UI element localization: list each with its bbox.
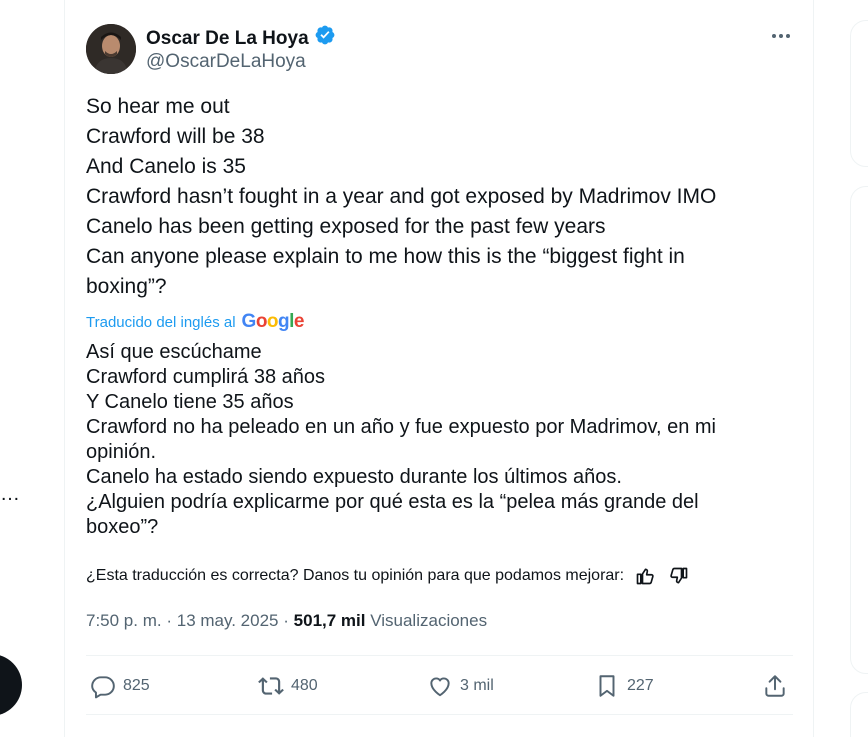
- text-line: Crawford will be 38: [86, 125, 265, 148]
- sidebar-card: [850, 692, 868, 737]
- text-line: Crawford hasn’t fought in a year and got…: [86, 185, 717, 208]
- text-line: Canelo ha estado siendo expuesto durante…: [86, 466, 622, 488]
- thumbs-down-icon: [670, 567, 688, 584]
- display-name-row[interactable]: Oscar De La Hoya: [146, 24, 336, 53]
- text-line: And Canelo is 35: [86, 155, 246, 178]
- avatar[interactable]: [86, 24, 136, 74]
- thumbs-up-button[interactable]: [632, 564, 658, 588]
- tweet-text: So hear me out Crawford will be 38 And C…: [86, 92, 776, 540]
- translation-credit-label[interactable]: Traducido del inglés al: [86, 314, 236, 331]
- display-name[interactable]: Oscar De La Hoya: [146, 27, 309, 51]
- more-button[interactable]: [767, 24, 795, 48]
- thumbs-up-icon: [636, 568, 654, 585]
- divider: [86, 714, 793, 715]
- verified-badge-icon: [314, 24, 336, 53]
- bookmark-count: 227: [627, 677, 654, 694]
- tweet-meta: 7:50 p. m. · 13 may. 2025 · 501,7 mil Vi…: [86, 609, 487, 633]
- text-line: boxing”?: [86, 275, 167, 298]
- text-line: Crawford no ha peleado en un año y fue e…: [86, 416, 716, 438]
- share-icon: [765, 675, 785, 697]
- heart-icon: [430, 677, 450, 697]
- bookmark-button[interactable]: 227: [594, 668, 654, 704]
- reply-count: 825: [123, 677, 150, 694]
- reply-icon: [91, 676, 115, 699]
- sidebar-card: [850, 186, 868, 674]
- bookmark-icon: [599, 675, 615, 697]
- more-horizontal-icon: [772, 34, 790, 38]
- text-line: So hear me out: [86, 95, 230, 118]
- repost-count: 480: [291, 677, 318, 694]
- divider: [86, 655, 793, 656]
- like-button[interactable]: 3 mil: [427, 668, 494, 704]
- translated-text: Así que escúchame Crawford cumplirá 38 a…: [86, 340, 776, 540]
- text-line: Canelo has been getting exposed for the …: [86, 215, 606, 238]
- text-line: Can anyone please explain to me how this…: [86, 245, 685, 268]
- sidebar-card: [850, 20, 868, 167]
- google-logo: Google: [241, 311, 305, 332]
- repost-button[interactable]: 480: [258, 668, 318, 704]
- meta-separator: ·: [283, 611, 289, 630]
- text-line: ¿Alguien podría explicarme por qué esta …: [86, 491, 699, 513]
- meta-separator: ·: [166, 611, 173, 630]
- action-bar: 825 480 3 mil 227: [86, 668, 792, 704]
- text-line: Así que escúchame: [86, 341, 262, 363]
- text-line: boxeo”?: [86, 516, 159, 538]
- views-label: Visualizaciones: [370, 611, 488, 630]
- thumbs-down-button[interactable]: [666, 564, 692, 588]
- feedback-question: ¿Esta traducción es correcta? Danos tu o…: [86, 567, 625, 584]
- share-button[interactable]: [762, 668, 788, 704]
- handle[interactable]: @OscarDeLaHoya: [146, 50, 306, 74]
- page: … Oscar De La Hoya @OscarDeLaHoya So hea…: [0, 0, 868, 737]
- text-line: Crawford cumplirá 38 años: [86, 366, 325, 388]
- translation-feedback: ¿Esta traducción es correcta? Danos tu o…: [86, 564, 786, 588]
- views-count: 501,7 mil: [293, 611, 366, 630]
- text-line: Y Canelo tiene 35 años: [86, 391, 294, 413]
- text-line: opinión.: [86, 441, 157, 463]
- translation-credit[interactable]: Traducido del inglés al Google: [86, 310, 776, 334]
- nav-more-icon[interactable]: …: [0, 484, 21, 504]
- tweet-time[interactable]: 7:50 p. m.: [86, 611, 162, 630]
- like-count: 3 mil: [460, 677, 494, 694]
- tweet-date[interactable]: 13 may. 2025: [177, 611, 279, 630]
- reply-button[interactable]: 825: [90, 668, 150, 704]
- avatar-image: [86, 24, 136, 74]
- post-button[interactable]: [0, 654, 22, 716]
- tweet-detail: Oscar De La Hoya @OscarDeLaHoya So hear …: [64, 0, 814, 737]
- repost-icon: [258, 677, 284, 695]
- original-text: So hear me out Crawford will be 38 And C…: [86, 92, 776, 302]
